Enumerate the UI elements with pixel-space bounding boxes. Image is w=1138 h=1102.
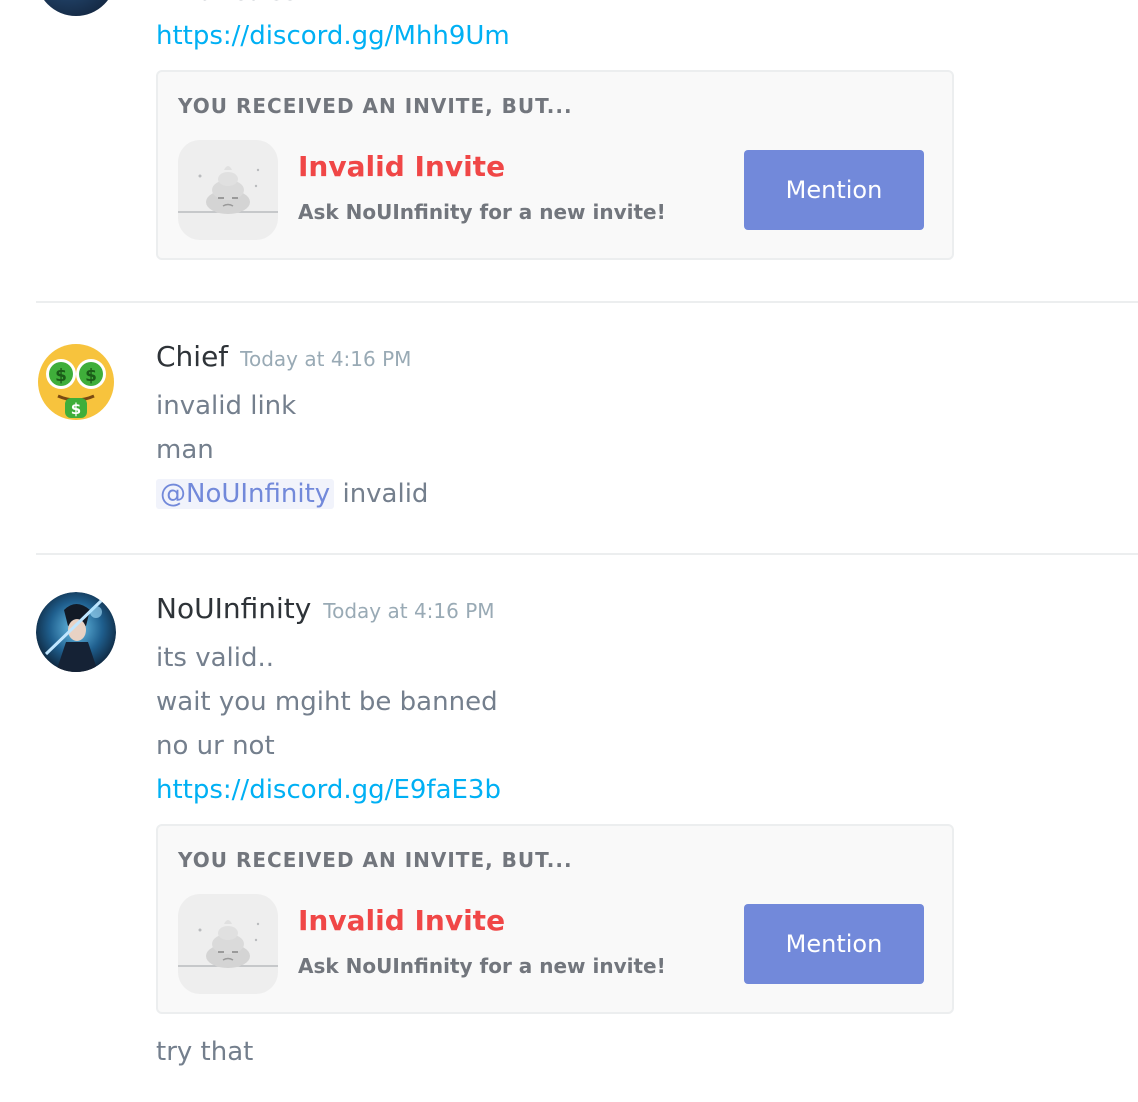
username[interactable]: NoUInfinity	[156, 592, 311, 625]
message-text: wait you mgiht be banned	[156, 687, 498, 717]
message-header: NoUInfinity Today at 4:16 PM	[156, 592, 495, 625]
message-header: Chief Today at 4:16 PM	[156, 340, 411, 373]
user-mention[interactable]: @NoUInfinity	[156, 479, 335, 509]
svg-text:$: $	[71, 400, 81, 418]
message-text: no ur not	[156, 731, 275, 761]
message-text: invalid link	[156, 391, 297, 421]
invite-header: YOU RECEIVED AN INVITE, BUT...	[178, 94, 573, 118]
message-text: What calss	[156, 0, 297, 14]
avatar-money-face-emoji[interactable]: $ $ $	[36, 342, 116, 422]
invite-title: Invalid Invite	[298, 150, 506, 183]
timestamp: Today at 4:16 PM	[323, 599, 495, 623]
message-text: try that	[156, 1037, 254, 1067]
invite-subtitle: Ask NoUInfinity for a new invite!	[298, 200, 666, 224]
invite-link[interactable]: https://discord.gg/Mhh9Um	[156, 14, 510, 58]
invite-embed: YOU RECEIVED AN INVITE, BUT... Invalid I…	[156, 70, 954, 260]
invite-embed: YOU RECEIVED AN INVITE, BUT... Invalid I…	[156, 824, 954, 1014]
invite-title: Invalid Invite	[298, 904, 506, 937]
invite-subtitle: Ask NoUInfinity for a new invite!	[298, 954, 666, 978]
message-text: @NoUInfinity invalid	[156, 472, 428, 516]
invite-header: YOU RECEIVED AN INVITE, BUT...	[178, 848, 573, 872]
mention-button[interactable]: Mention	[744, 150, 924, 230]
message-text: its valid..	[156, 643, 275, 673]
invalid-invite-icon	[178, 140, 278, 240]
svg-text:$: $	[85, 366, 97, 386]
message-divider	[36, 301, 1138, 303]
message-text-tail: invalid	[334, 479, 429, 509]
invalid-invite-icon	[178, 894, 278, 994]
svg-text:$: $	[55, 366, 67, 386]
mention-button[interactable]: Mention	[744, 904, 924, 984]
message-divider	[36, 553, 1138, 555]
username[interactable]: Chief	[156, 340, 228, 373]
avatar[interactable]	[36, 0, 116, 16]
timestamp: Today at 4:16 PM	[240, 347, 412, 371]
message-text: man	[156, 435, 214, 465]
avatar[interactable]	[36, 592, 116, 672]
invite-link[interactable]: https://discord.gg/E9faE3b	[156, 768, 501, 812]
